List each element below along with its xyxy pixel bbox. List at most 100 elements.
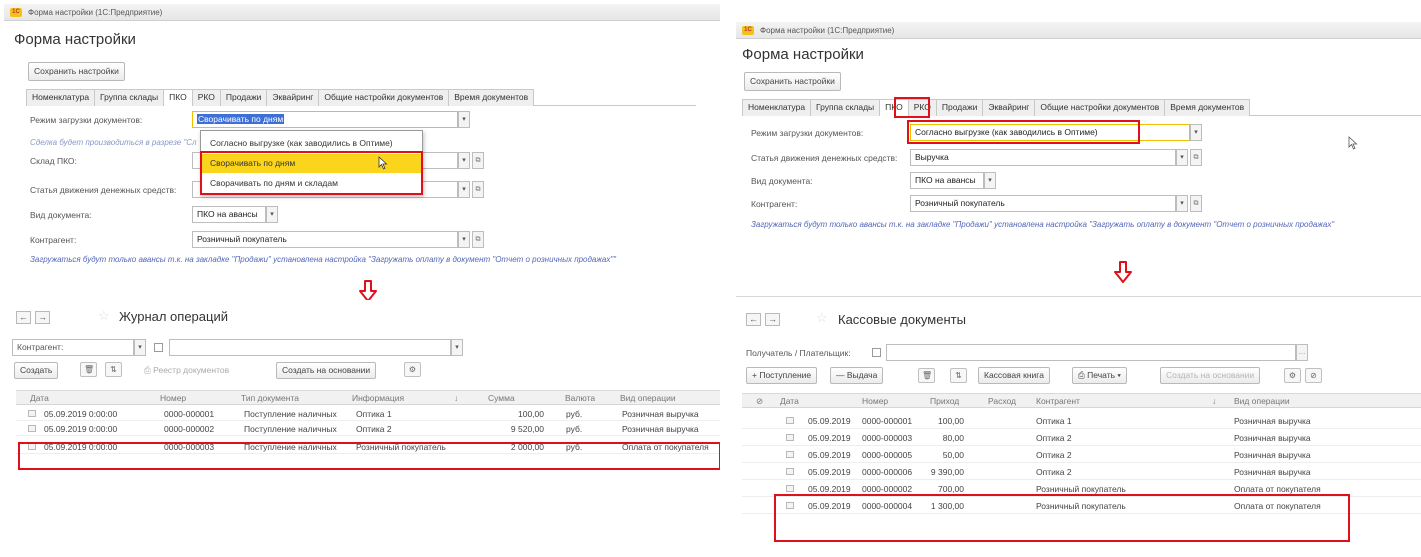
row-operation: Оплата от покупателя (1234, 501, 1321, 511)
right-issue-label: Выдача (846, 370, 878, 380)
right-filter-value-field[interactable] (886, 344, 1296, 361)
right-load-mode-dropdown-button[interactable]: ▾ (1190, 124, 1202, 141)
right-save-settings-button[interactable]: Сохранить настройки (744, 72, 841, 91)
right-cashflow-dropdown-button[interactable]: ▾ (1176, 149, 1188, 166)
table-row[interactable]: 05.09.2019 0000-000002 700,00 Розничный пок… (742, 480, 1421, 497)
left-tab-pko[interactable]: ПКО (163, 89, 193, 106)
row-date: 05.09.2019 0:00:00 (44, 424, 118, 434)
left-col-number[interactable]: Номер (160, 393, 186, 403)
left-tab-doc-time[interactable]: Время документов (448, 89, 535, 106)
right-doctype-field[interactable]: ПКО на авансы (910, 172, 984, 189)
left-counterparty-field[interactable]: Розничный покупатель (192, 231, 458, 248)
left-counterparty-open-icon[interactable]: ⧉ (472, 231, 484, 248)
left-table-header: Дата Номер Тип документа Информация ↓ Су… (16, 391, 720, 405)
left-tab-acquiring[interactable]: Эквайринг (266, 89, 320, 106)
right-create-based-button[interactable]: Создать на основании (1160, 367, 1261, 384)
right-cashflow-open-icon[interactable]: ⧉ (1190, 149, 1202, 166)
left-filter-dropdown-button[interactable]: ▾ (134, 339, 146, 356)
right-col-number[interactable]: Номер (862, 396, 888, 406)
left-tab-rko[interactable]: РКО (191, 89, 221, 106)
left-journal-title: Журнал операций (119, 309, 228, 324)
right-favorite-star-icon[interactable]: ☆ (816, 310, 828, 326)
left-doctype-dropdown-button[interactable]: ▾ (266, 206, 278, 223)
left-tab-warehouse-group[interactable]: Группа склады (94, 89, 165, 106)
left-filter-value-dropdown-button[interactable]: ▾ (451, 339, 463, 356)
right-tab-general-doc-settings[interactable]: Общие настройки документов (1034, 99, 1166, 116)
left-registry-button[interactable]: ⎙ Реестр документов (144, 365, 229, 376)
left-cashflow-open-icon[interactable]: ⧉ (472, 181, 484, 198)
left-tab-nomenclature[interactable]: Номенклатура (26, 89, 96, 106)
right-counterparty-field[interactable]: Розничный покупатель (910, 195, 1176, 212)
left-forward-button[interactable]: → (35, 311, 50, 324)
left-back-button[interactable]: ← (16, 311, 31, 324)
right-doctype-dropdown-button[interactable]: ▾ (984, 172, 996, 189)
right-sort-icon[interactable]: ⇅ (950, 368, 967, 383)
left-create-based-button[interactable]: Создать на основании (276, 362, 377, 379)
left-warehouse-dropdown-button[interactable]: ▾ (458, 152, 470, 169)
right-counterparty-dropdown-button[interactable]: ▾ (1176, 195, 1188, 212)
right-col-counterparty[interactable]: Контрагент (1036, 396, 1080, 406)
left-counterparty-filter-field[interactable]: Контрагент: (12, 339, 134, 356)
right-forward-button[interactable]: → (765, 313, 780, 326)
dropdown-option-as-exported[interactable]: Согласно выгрузке (как заводились в Опти… (201, 134, 422, 153)
left-col-info[interactable]: Информация (352, 393, 404, 403)
table-row[interactable]: 05.09.2019 0:00:00 0000-000003 Поступлен… (16, 439, 720, 454)
row-number: 0000-000001 (164, 409, 215, 419)
table-row[interactable]: 05.09.2019 0000-000004 1 300,00 Розничный п… (742, 497, 1421, 514)
right-tab-sales[interactable]: Продажи (935, 99, 984, 116)
right-print-button[interactable]: ⎙ Печать ▾ (1072, 367, 1127, 384)
left-counterparty-dropdown-button[interactable]: ▾ (458, 231, 470, 248)
left-trash-icon[interactable]: 🗑 (80, 362, 97, 377)
right-back-button[interactable]: ← (746, 313, 761, 326)
right-load-mode-field[interactable]: Согласно выгрузке (как заводились в Опти… (910, 124, 1190, 141)
left-cashflow-dropdown-button[interactable]: ▾ (458, 181, 470, 198)
left-col-sum[interactable]: Сумма (488, 393, 515, 403)
table-row[interactable]: 05.09.2019 0000-000001 100,00 Оптика 1 Розни… (742, 412, 1421, 429)
left-col-currency[interactable]: Валюта (565, 393, 595, 403)
left-tab-general-doc-settings[interactable]: Общие настройки документов (318, 89, 450, 106)
right-cashbook-button[interactable]: Кассовая книга (978, 367, 1050, 384)
left-save-settings-button[interactable]: Сохранить настройки (28, 62, 125, 81)
right-tab-rko[interactable]: РКО (907, 99, 937, 116)
right-issue-button[interactable]: — Выдача (830, 367, 884, 384)
right-trash-icon[interactable]: 🗑 (918, 368, 935, 383)
right-tab-acquiring[interactable]: Эквайринг (982, 99, 1036, 116)
right-tab-doc-time[interactable]: Время документов (1164, 99, 1251, 116)
dropdown-option-by-days-and-warehouses[interactable]: Сворачивать по дням и складам (201, 174, 422, 193)
table-row[interactable]: 05.09.2019 0:00:00 0000-000001 Поступлен… (16, 406, 720, 421)
table-row[interactable]: 05.09.2019 0000-000003 80,00 Оптика 2 Рознич… (742, 429, 1421, 446)
left-warehouse-open-icon[interactable]: ⧉ (472, 152, 484, 169)
right-cashflow-field[interactable]: Выручка (910, 149, 1176, 166)
left-create-button[interactable]: Создать (14, 362, 59, 379)
left-load-mode-field[interactable]: Сворачивать по дням (192, 111, 458, 128)
table-row[interactable]: 05.09.2019 0:00:00 0000-000002 Поступлен… (16, 421, 720, 436)
left-load-mode-dropdown-button[interactable]: ▾ (458, 111, 470, 128)
left-tab-sales[interactable]: Продажи (219, 89, 268, 106)
right-filter-select-button[interactable]: … (1296, 344, 1308, 361)
table-row[interactable]: 05.09.2019 0000-000006 9 390,00 Оптика 2 Роз… (742, 463, 1421, 480)
right-tab-warehouse-group[interactable]: Группа склады (810, 99, 881, 116)
left-doctype-field[interactable]: ПКО на авансы (192, 206, 266, 223)
dropdown-option-by-days[interactable]: Сворачивать по дням (201, 154, 422, 173)
right-col-income[interactable]: Приход (930, 396, 959, 406)
table-row[interactable]: 05.09.2019 0000-000005 50,00 Оптика 2 Рознич… (742, 446, 1421, 463)
left-col-date[interactable]: Дата (30, 393, 49, 403)
left-col-operation[interactable]: Вид операции (620, 393, 676, 403)
row-date: 05.09.2019 (808, 484, 851, 494)
left-sort-icon[interactable]: ⇅ (105, 362, 122, 377)
right-tab-pko[interactable]: ПКО (879, 99, 909, 116)
right-filter-checkbox[interactable] (872, 348, 881, 357)
right-attachment-icon[interactable]: ⊘ (1305, 368, 1322, 383)
right-tab-nomenclature[interactable]: Номенклатура (742, 99, 812, 116)
right-receipt-button[interactable]: + Поступление (746, 367, 818, 384)
left-col-doc-type[interactable]: Тип документа (241, 393, 299, 403)
right-col-expense[interactable]: Расход (988, 396, 1016, 406)
right-col-date[interactable]: Дата (780, 396, 799, 406)
right-counterparty-open-icon[interactable]: ⧉ (1190, 195, 1202, 212)
left-filter-value-field[interactable] (169, 339, 451, 356)
left-filter-checkbox[interactable] (154, 343, 163, 352)
right-col-operation[interactable]: Вид операции (1234, 396, 1290, 406)
right-settings-icon[interactable]: ⚙ (1284, 368, 1301, 383)
left-favorite-star-icon[interactable]: ☆ (98, 308, 110, 324)
left-settings-icon[interactable]: ⚙ (404, 362, 421, 377)
